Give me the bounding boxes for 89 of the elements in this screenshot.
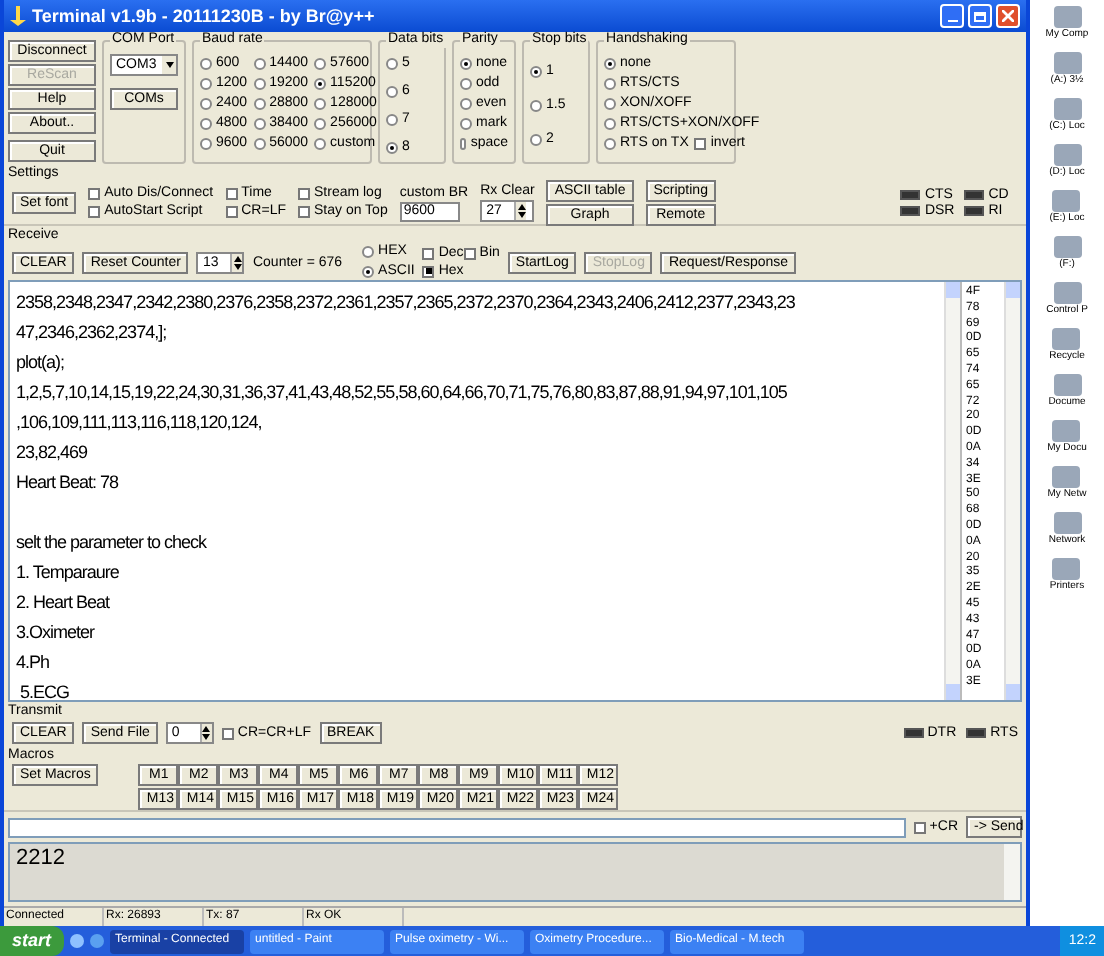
maximize-button[interactable] bbox=[968, 4, 992, 28]
radio-button[interactable] bbox=[460, 138, 467, 150]
desktop-icon[interactable] bbox=[1053, 512, 1081, 534]
received-line: 2358,2348,2347,2342,2380,2376,2358,2372,2361,2357,2365,2372,2370,2364,2343,2406,2412,2377,2343,23 bbox=[16, 290, 795, 316]
received-line: 1. Temparaure bbox=[16, 560, 119, 586]
radio-button[interactable] bbox=[460, 98, 472, 110]
radio-button[interactable] bbox=[253, 98, 266, 110]
desktop-icon[interactable] bbox=[1053, 374, 1081, 396]
received-line: 23,82,469 bbox=[16, 440, 88, 466]
radio-button[interactable] bbox=[386, 142, 398, 154]
radio-button[interactable] bbox=[362, 246, 375, 258]
checkbox[interactable] bbox=[463, 247, 476, 259]
spin-arrows-icon bbox=[202, 726, 211, 740]
desktop-icon[interactable] bbox=[1052, 328, 1081, 350]
transmit-text-area[interactable]: 2212 bbox=[10, 844, 1004, 900]
radio-button[interactable] bbox=[253, 78, 266, 90]
checkbox[interactable] bbox=[298, 206, 310, 218]
spin-arrows-icon bbox=[517, 204, 526, 218]
radio-button[interactable] bbox=[314, 58, 327, 70]
received-line: ,106,109,111,113,116,118,120,124, bbox=[16, 410, 262, 436]
radio-button[interactable] bbox=[530, 134, 542, 147]
radio-button[interactable] bbox=[362, 266, 375, 278]
desktop-icon[interactable] bbox=[1053, 282, 1081, 304]
received-line: 2. Heart Beat bbox=[16, 590, 110, 616]
radio-button[interactable] bbox=[200, 58, 212, 70]
checkbox[interactable] bbox=[221, 727, 234, 739]
radio-button[interactable] bbox=[386, 86, 398, 98]
app-icon bbox=[10, 6, 26, 26]
radio-button[interactable] bbox=[604, 118, 616, 130]
desktop-icon[interactable] bbox=[1052, 558, 1081, 580]
received-line: 3.Oximeter bbox=[16, 620, 95, 646]
radio-button[interactable] bbox=[314, 118, 327, 130]
radio-button[interactable] bbox=[460, 58, 472, 70]
desktop-icon[interactable] bbox=[1052, 190, 1081, 212]
checkbox[interactable] bbox=[225, 206, 238, 218]
radio-button[interactable] bbox=[530, 65, 542, 78]
checkbox[interactable] bbox=[225, 188, 238, 200]
spin-arrows-icon bbox=[233, 255, 242, 269]
radio-button[interactable] bbox=[604, 58, 616, 70]
radio-button[interactable] bbox=[386, 58, 398, 70]
checkbox[interactable] bbox=[913, 821, 926, 833]
received-line: 47,2346,2362,2374,]; bbox=[16, 320, 167, 346]
dropdown-arrow-icon bbox=[165, 62, 173, 68]
window-title: Terminal v1.9b - 20111230B - by Br@y++ bbox=[32, 7, 375, 25]
transmit-input-field[interactable] bbox=[8, 817, 906, 837]
radio-button[interactable] bbox=[604, 98, 616, 110]
received-line: 1,2,5,7,10,14,15,19,22,24,30,31,36,37,41,43,48,52,55,58,60,64,66,70,71,75,76,80,83,87,88,91,94,97,101,105 bbox=[16, 380, 787, 406]
desktop-icon[interactable] bbox=[1053, 144, 1081, 166]
checkbox[interactable] bbox=[298, 188, 310, 200]
checkbox[interactable] bbox=[88, 188, 101, 200]
desktop-icon[interactable] bbox=[1052, 420, 1081, 442]
radio-button[interactable] bbox=[386, 114, 398, 126]
radio-button[interactable] bbox=[314, 138, 327, 150]
received-line: 4.Ph bbox=[16, 650, 50, 676]
radio-button[interactable] bbox=[460, 78, 472, 90]
receive-text-area[interactable] bbox=[10, 282, 944, 700]
received-line: 5.ECG bbox=[18, 680, 70, 700]
radio-button[interactable] bbox=[253, 58, 266, 70]
radio-button[interactable] bbox=[200, 98, 212, 110]
radio-button[interactable] bbox=[253, 138, 266, 150]
checkbox[interactable] bbox=[422, 265, 435, 277]
scrollbar[interactable] bbox=[944, 282, 960, 700]
checkbox[interactable] bbox=[694, 138, 707, 150]
scrollbar[interactable] bbox=[1004, 282, 1020, 700]
close-icon bbox=[1002, 10, 1014, 22]
checkbox[interactable] bbox=[422, 247, 435, 259]
desktop-icon[interactable] bbox=[1053, 6, 1081, 28]
start-button[interactable]: start bbox=[0, 926, 64, 956]
minimize-button[interactable] bbox=[940, 4, 964, 28]
radio-button[interactable] bbox=[460, 118, 472, 130]
radio-button[interactable] bbox=[200, 118, 212, 130]
received-line: selt the parameter to check bbox=[16, 530, 207, 556]
received-line: plot(a); bbox=[16, 350, 65, 376]
desktop-icon[interactable] bbox=[1053, 52, 1081, 74]
radio-button[interactable] bbox=[314, 78, 327, 90]
radio-button[interactable] bbox=[200, 138, 212, 150]
desktop-icon[interactable] bbox=[1053, 98, 1081, 120]
desktop-icon[interactable] bbox=[1052, 466, 1081, 488]
checkbox[interactable] bbox=[88, 206, 101, 218]
scrollbar[interactable] bbox=[1004, 844, 1020, 900]
radio-button[interactable] bbox=[314, 98, 327, 110]
radio-button[interactable] bbox=[200, 78, 212, 90]
radio-button[interactable] bbox=[253, 118, 266, 130]
desktop-icon[interactable] bbox=[1053, 236, 1081, 258]
radio-button[interactable] bbox=[604, 78, 616, 90]
radio-button[interactable] bbox=[604, 138, 616, 150]
close-button[interactable] bbox=[996, 4, 1020, 28]
radio-button[interactable] bbox=[530, 99, 542, 112]
received-line: Heart Beat: 78 bbox=[16, 470, 119, 496]
